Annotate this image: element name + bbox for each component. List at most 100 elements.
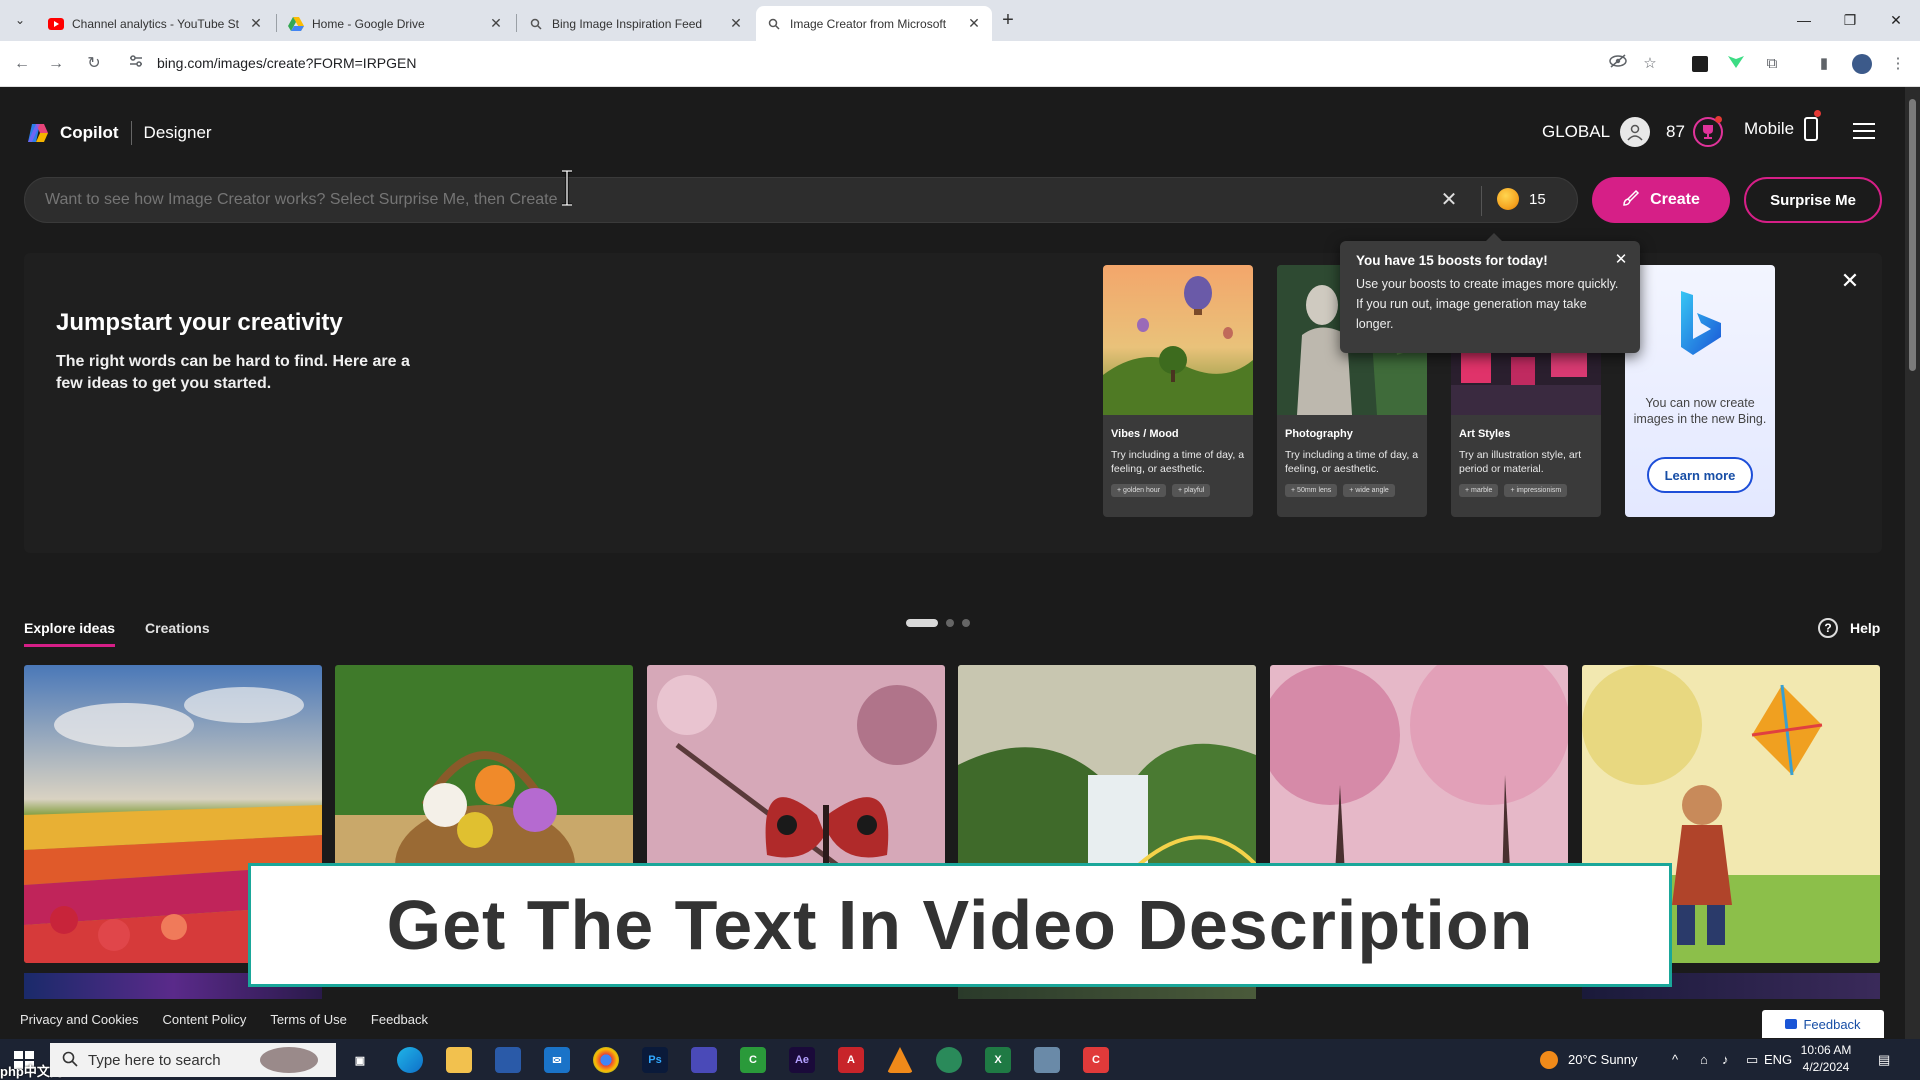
app-icon[interactable]: [1034, 1047, 1060, 1073]
chip[interactable]: + golden hour: [1111, 484, 1167, 497]
tab-explore-ideas[interactable]: Explore ideas: [24, 620, 116, 647]
mail-icon[interactable]: ✉: [544, 1047, 570, 1073]
idea-card-vibes-mood[interactable]: Vibes / Mood Try including a time of day…: [1103, 265, 1253, 517]
bing-logo-icon: [1681, 291, 1721, 355]
extension-terminal-icon[interactable]: [1688, 52, 1712, 76]
clear-prompt-icon[interactable]: ✕: [1437, 188, 1461, 212]
chip[interactable]: + playful: [1172, 484, 1211, 497]
excel-icon[interactable]: X: [985, 1047, 1011, 1073]
photoshop-icon[interactable]: Ps: [642, 1047, 668, 1073]
carousel-dot[interactable]: [962, 619, 970, 627]
chip[interactable]: + marble: [1459, 484, 1499, 497]
after-effects-icon[interactable]: Ae: [789, 1047, 815, 1073]
camtasia-icon[interactable]: C: [740, 1047, 766, 1073]
chip[interactable]: + impressionism: [1504, 484, 1568, 497]
edge-icon[interactable]: [397, 1047, 423, 1073]
extensions-puzzle-icon[interactable]: ⧉: [1760, 52, 1784, 76]
tray-chevron-icon[interactable]: ^: [1672, 1039, 1678, 1080]
create-button[interactable]: Create: [1592, 177, 1730, 223]
network-icon[interactable]: ⌂: [1700, 1039, 1708, 1080]
browser-tab-google-drive[interactable]: Home - Google Drive ✕: [278, 6, 514, 41]
reload-icon[interactable]: ↻: [82, 52, 106, 76]
tab-creations[interactable]: Creations: [145, 620, 210, 647]
chrome-icon[interactable]: [593, 1047, 619, 1073]
create-label: Create: [1650, 191, 1700, 208]
video-overlay-banner: Get The Text In Video Description: [248, 863, 1672, 987]
bookmark-star-icon[interactable]: ☆: [1638, 52, 1662, 76]
system-icon[interactable]: ▭: [1746, 1039, 1758, 1080]
close-tooltip-icon[interactable]: ✕: [1612, 251, 1630, 269]
carousel-dot-active[interactable]: [906, 619, 938, 627]
new-tab-button[interactable]: +: [996, 9, 1020, 33]
eye-off-icon[interactable]: [1606, 52, 1630, 76]
browser-menu-icon[interactable]: ⋮: [1886, 52, 1910, 76]
boosts-counter[interactable]: 15: [1497, 188, 1546, 210]
app-icon[interactable]: [936, 1047, 962, 1073]
clock-date: 4/2/2024: [1802, 1060, 1850, 1074]
footer-link-feedback[interactable]: Feedback: [371, 1012, 428, 1027]
scrollbar-thumb[interactable]: [1909, 99, 1916, 371]
browser-tab-bar: ⌄ Channel analytics - YouTube St ✕ Home …: [0, 0, 1920, 41]
hamburger-menu-icon[interactable]: [1853, 123, 1875, 141]
notifications-icon[interactable]: ▤: [1878, 1039, 1890, 1080]
rewards[interactable]: 87: [1666, 116, 1723, 147]
account-region[interactable]: GLOBAL: [1542, 117, 1651, 147]
tab-separator: [516, 14, 517, 32]
chip[interactable]: + 50mm lens: [1285, 484, 1338, 497]
footer-link-privacy[interactable]: Privacy and Cookies: [20, 1012, 139, 1027]
taskbar-search[interactable]: Type here to search: [50, 1043, 336, 1077]
google-drive-icon: [288, 16, 304, 32]
profile-avatar-icon[interactable]: [1850, 52, 1874, 76]
rewards-trophy-icon[interactable]: [1692, 116, 1723, 147]
volume-icon[interactable]: ♪: [1722, 1039, 1729, 1080]
task-view-icon[interactable]: ▣: [347, 1047, 373, 1073]
tab-title: Image Creator from Microsoft: [790, 16, 947, 31]
learn-more-button[interactable]: Learn more: [1647, 457, 1753, 493]
tab-close-icon[interactable]: ✕: [488, 15, 504, 32]
chip[interactable]: + wide angle: [1343, 484, 1395, 497]
text-cursor-icon: [561, 169, 572, 207]
footer-link-terms[interactable]: Terms of Use: [270, 1012, 347, 1027]
back-icon[interactable]: ←: [10, 52, 34, 76]
close-jumpstart-icon[interactable]: ✕: [1838, 269, 1862, 293]
language-indicator[interactable]: ENG: [1764, 1039, 1792, 1080]
mobile-link[interactable]: Mobile: [1744, 110, 1822, 141]
tab-search-dropdown-icon[interactable]: ⌄: [10, 10, 30, 30]
prompt-input[interactable]: [45, 191, 1425, 209]
url-text[interactable]: bing.com/images/create?FORM=IRPGEN: [157, 55, 416, 71]
brand[interactable]: Copilot Designer: [26, 121, 212, 145]
side-panel-icon[interactable]: ▮: [1812, 52, 1836, 76]
clock[interactable]: 10:06 AM 4/2/2024: [1794, 1042, 1858, 1076]
weather-widget[interactable]: 20°C Sunny: [1540, 1039, 1638, 1080]
extension-vpn-icon[interactable]: [1724, 52, 1748, 76]
store-icon[interactable]: [495, 1047, 521, 1073]
close-window-icon[interactable]: ✕: [1874, 6, 1918, 34]
idea-card-desc: Try including a time of day, a feeling, …: [1285, 449, 1419, 475]
carousel-dot[interactable]: [946, 619, 954, 627]
app-icon[interactable]: [691, 1047, 717, 1073]
vlc-icon[interactable]: [887, 1047, 913, 1073]
feedback-button[interactable]: Feedback: [1762, 1010, 1884, 1038]
page-scrollbar[interactable]: [1905, 87, 1920, 1039]
tab-close-icon[interactable]: ✕: [966, 15, 982, 32]
camtasia-recorder-icon[interactable]: C: [1083, 1047, 1109, 1073]
site-settings-icon[interactable]: [124, 52, 148, 76]
user-avatar-icon[interactable]: [1620, 117, 1651, 147]
windows-taskbar: php中文网 Type here to search ▣ ✉ Ps C Ae A…: [0, 1039, 1920, 1080]
help-link[interactable]: ? Help: [1818, 618, 1880, 638]
minimize-icon[interactable]: —: [1782, 6, 1826, 34]
idea-card-title: Photography: [1285, 428, 1353, 440]
top-navigation: Copilot Designer GLOBAL 87 Mobile: [0, 87, 1905, 179]
surprise-me-button[interactable]: Surprise Me: [1744, 177, 1882, 223]
forward-icon[interactable]: →: [44, 52, 68, 76]
footer-link-content-policy[interactable]: Content Policy: [163, 1012, 247, 1027]
file-explorer-icon[interactable]: [446, 1047, 472, 1073]
restore-icon[interactable]: ❐: [1828, 6, 1872, 34]
tab-close-icon[interactable]: ✕: [728, 15, 744, 32]
tab-close-icon[interactable]: ✕: [248, 15, 264, 32]
acrobat-icon[interactable]: A: [838, 1047, 864, 1073]
browser-tab-bing-inspiration[interactable]: Bing Image Inspiration Feed ✕: [518, 6, 754, 41]
brand-designer-label[interactable]: Designer: [144, 123, 212, 143]
browser-tab-youtube[interactable]: Channel analytics - YouTube St ✕: [38, 6, 274, 41]
browser-tab-image-creator[interactable]: Image Creator from Microsoft ✕: [756, 6, 992, 41]
